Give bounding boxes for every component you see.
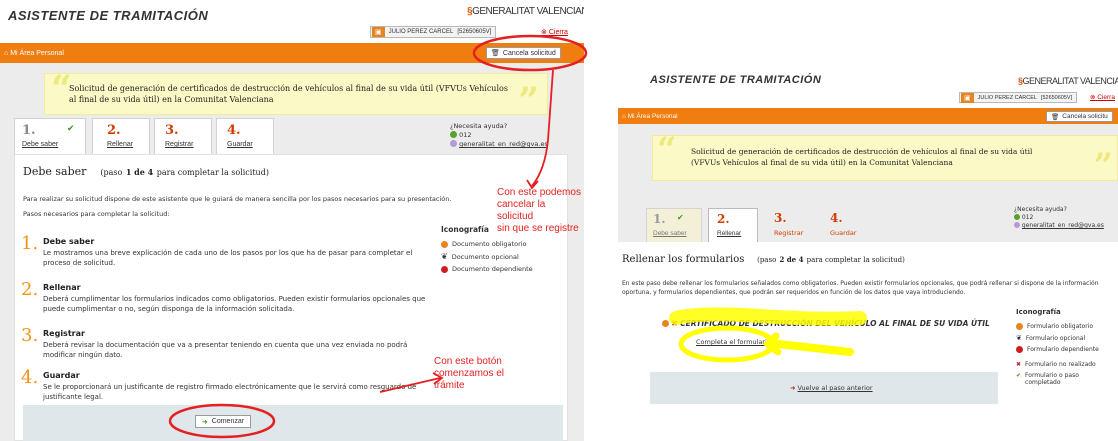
home-icon: ⌂ xyxy=(4,49,9,57)
procedure-title-box: “ ” Solicitud de generación de certifica… xyxy=(44,68,548,122)
user-icon-right: ▣ xyxy=(961,92,974,103)
content-area-right: Rellenar los formularios (paso 2 de 4 pa… xyxy=(618,242,1118,441)
icon-dependent: Documento dependiente xyxy=(441,265,565,273)
tab-guardar-right[interactable]: 4. Guardar xyxy=(824,208,874,242)
mandatory-form-icon xyxy=(662,320,669,327)
generalitat-logo-right: §GENERALITAT VALENCIANA xyxy=(1018,76,1118,86)
help-box-right: ¿Necesita ayuda? 012 generalitat_en_red@… xyxy=(1014,206,1104,229)
help-title: ¿Necesita ayuda? xyxy=(450,122,508,130)
icon-form-mandatory: Formulario obligatorio xyxy=(1016,323,1116,330)
left-screenshot: ASISTENTE DE TRAMITACIÓN §GENERALITAT VA… xyxy=(0,0,584,441)
intro-text-right: En este paso debe rellenar los formulari… xyxy=(622,280,1099,296)
procedure-title: Solicitud de generación de certificados … xyxy=(69,84,508,104)
complete-form-link[interactable]: Completa el formulario xyxy=(696,338,771,346)
start-button[interactable]: ➜ Comenzar xyxy=(195,415,251,428)
mandatory-form-legend-icon xyxy=(1016,323,1023,330)
icon-form-dependent: Formulario dependiente xyxy=(1016,346,1116,353)
section-title-right: Rellenar los formularios (paso 2 de 4 pa… xyxy=(622,254,905,265)
form-row: ✖ CERTIFICADO DE DESTRUCCIÓN DEL VEHÍCUL… xyxy=(662,319,990,328)
tab-guardar[interactable]: 4. Guardar xyxy=(216,118,274,154)
optional-form-legend-icon: ❦ xyxy=(1016,334,1022,342)
app-title: ASISTENTE DE TRAMITACIÓN xyxy=(8,8,209,23)
user-box: ▣ JULIO PEREZ CARCEL [52650605V] xyxy=(370,26,497,38)
help-phone: 012 xyxy=(459,131,472,139)
user-box-right: ▣ JULIO PEREZ CARCEL [52650605V] xyxy=(959,92,1078,103)
icon-optional: ❦ Documento opcional xyxy=(441,252,519,261)
generalitat-logo: §GENERALITAT VALENCIANA xyxy=(467,6,584,17)
close-session-link[interactable]: ⊗ Cierra xyxy=(541,28,568,36)
email-icon xyxy=(450,140,457,147)
icon-mandatory: Documento obligatorio xyxy=(441,240,565,248)
tab-registrar-right[interactable]: 3. Registrar xyxy=(768,208,820,242)
dependent-form-legend-icon xyxy=(1016,346,1023,353)
iconography-box-right: Iconografía Formulario obligatorio ❦ Form… xyxy=(1016,308,1116,390)
tab-registrar[interactable]: 3. Registrar xyxy=(154,118,212,154)
action-footer xyxy=(23,405,563,441)
content-area: Debe saber (paso 1 de 4 para completar l… xyxy=(14,154,568,441)
mandatory-doc-icon xyxy=(441,240,448,248)
app-title-right: ASISTENTE DE TRAMITACIÓN xyxy=(650,74,822,86)
area-bar-right: ⌂ Mi Área Personal xyxy=(618,108,1118,124)
cancel-annotation: Con este podemos cancelar la solicitud s… xyxy=(497,187,581,234)
back-step-link[interactable]: ➜ Vuelve al paso anterior xyxy=(790,384,873,392)
help-email-link[interactable]: generalitat_en_red@gva.es xyxy=(459,140,548,148)
form-title: CERTIFICADO DE DESTRUCCIÓN DEL VEHÍCULO … xyxy=(680,319,990,328)
tab-debe-saber[interactable]: 1. ✔ Debe saber xyxy=(14,118,86,154)
not-done-icon: ✖ xyxy=(671,319,678,328)
procedure-title-right: Solicitud de generación de certificados … xyxy=(691,147,1033,167)
open-quote-icon-right: “ xyxy=(657,130,677,170)
arrow-right-icon: ➜ xyxy=(201,418,208,426)
close-quote-icon-right: ” xyxy=(1093,146,1113,186)
email-icon-right xyxy=(1014,222,1020,228)
trash-icon-right: 🗑 xyxy=(1051,113,1060,121)
cancel-request-button[interactable]: 🗑 Cancela solicitud xyxy=(486,47,561,59)
help-email-link-right[interactable]: generalitat_en_red@gva.es xyxy=(1022,222,1104,229)
home-icon-right: ⌂ xyxy=(622,112,626,120)
section-title: Debe saber (paso 1 de 4 para completar l… xyxy=(23,165,269,178)
check-icon-right: ✔ xyxy=(677,213,684,222)
right-screenshot: ASISTENTE DE TRAMITACIÓN §GENERALITAT VA… xyxy=(618,58,1118,441)
help-box: ¿Necesita ayuda? 012 generalitat_en_red@… xyxy=(450,122,548,149)
phone-icon xyxy=(450,131,457,138)
dependent-doc-icon xyxy=(441,265,448,273)
user-icon: ▣ xyxy=(372,27,385,37)
icon-form-not-done: ✖ Formulario no realizado xyxy=(1016,361,1096,368)
start-annotation: Con este botón comenzamos el trámite xyxy=(434,356,505,391)
user-id: [52650605V] xyxy=(457,29,492,35)
close-quote-icon: ” xyxy=(518,80,539,122)
tab-rellenar-right[interactable]: 2. Rellenar xyxy=(708,208,758,242)
cancel-request-button-right[interactable]: 🗑 Cancela solicitu xyxy=(1046,111,1113,122)
user-name: JULIO PEREZ CARCEL xyxy=(388,29,454,35)
completed-legend-icon: ✔ xyxy=(1016,372,1022,379)
close-icon-right: ⊗ xyxy=(1090,94,1096,101)
procedure-title-box-right: “ ” Solicitud de generación de certifica… xyxy=(652,130,1118,186)
optional-doc-icon: ❦ xyxy=(441,252,448,261)
phone-icon-right xyxy=(1014,214,1020,220)
intro-text: Para realizar su solicitud dispone de es… xyxy=(23,195,452,203)
check-icon: ✔ xyxy=(67,124,75,134)
back-arrow-icon: ➜ xyxy=(790,384,796,392)
close-icon: ⊗ xyxy=(541,29,547,36)
intro-steps-text: Pasos necesarios para completar la solic… xyxy=(23,210,170,218)
icon-form-optional: ❦ Formulario opcional xyxy=(1016,334,1086,342)
close-session-link-right[interactable]: ⊗ Cierra xyxy=(1090,93,1115,101)
area-link[interactable]: Mi Área Personal xyxy=(10,50,64,57)
trash-icon: 🗑 xyxy=(491,50,500,57)
tab-rellenar[interactable]: 2. Rellenar xyxy=(92,118,150,154)
tab-debe-saber-right[interactable]: 1. ✔ Debe saber xyxy=(646,208,702,242)
icon-form-completed: ✔ Formulario o paso completado xyxy=(1016,372,1079,386)
not-done-legend-icon: ✖ xyxy=(1016,361,1022,368)
